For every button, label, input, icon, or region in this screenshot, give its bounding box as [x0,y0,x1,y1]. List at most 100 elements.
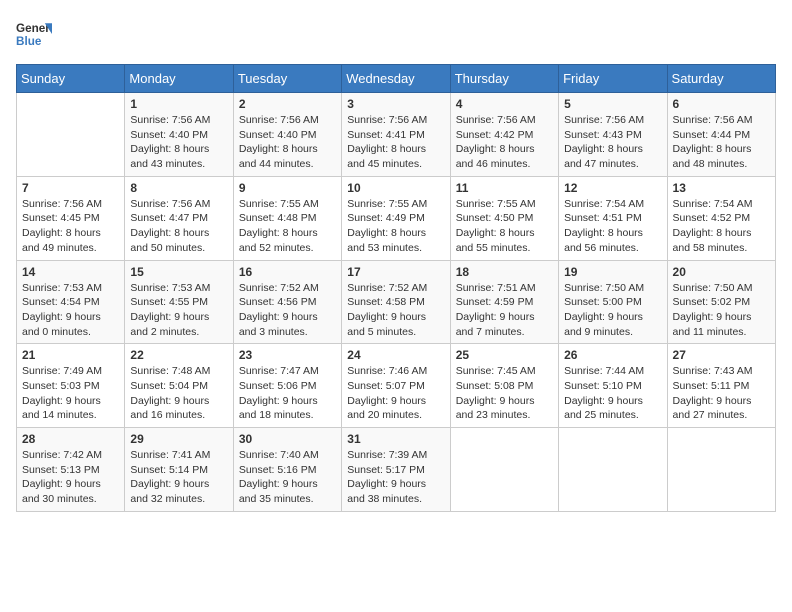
day-info: Sunrise: 7:49 AMSunset: 5:03 PMDaylight:… [22,364,119,423]
weekday-header: Friday [559,65,667,93]
day-info: Sunrise: 7:56 AMSunset: 4:42 PMDaylight:… [456,113,553,172]
page-header: General Blue [16,16,776,52]
calendar-week-row: 7 Sunrise: 7:56 AMSunset: 4:45 PMDaylight… [17,176,776,260]
weekday-header: Wednesday [342,65,450,93]
calendar-cell: 10 Sunrise: 7:55 AMSunset: 4:49 PMDayligh… [342,176,450,260]
day-number: 5 [564,97,661,111]
day-info: Sunrise: 7:51 AMSunset: 4:59 PMDaylight:… [456,281,553,340]
day-info: Sunrise: 7:53 AMSunset: 4:55 PMDaylight:… [130,281,227,340]
day-number: 20 [673,265,770,279]
day-info: Sunrise: 7:54 AMSunset: 4:51 PMDaylight:… [564,197,661,256]
day-number: 8 [130,181,227,195]
calendar-cell: 6Sunrise: 7:56 AMSunset: 4:44 PMDaylight… [667,93,775,177]
calendar-cell [559,428,667,512]
day-info: Sunrise: 7:53 AMSunset: 4:54 PMDaylight:… [22,281,119,340]
calendar-cell: 7 Sunrise: 7:56 AMSunset: 4:45 PMDaylight… [17,176,125,260]
calendar-cell: 17 Sunrise: 7:52 AMSunset: 4:58 PMDayligh… [342,260,450,344]
calendar-cell: 1 Sunrise: 7:56 AMSunset: 4:40 PMDaylight… [125,93,233,177]
day-number: 26 [564,348,661,362]
weekday-header: Monday [125,65,233,93]
calendar-cell: 15 Sunrise: 7:53 AMSunset: 4:55 PMDayligh… [125,260,233,344]
day-info: Sunrise: 7:55 AMSunset: 4:48 PMDaylight:… [239,197,336,256]
day-number: 15 [130,265,227,279]
calendar-cell: 11 Sunrise: 7:55 AMSunset: 4:50 PMDayligh… [450,176,558,260]
calendar-cell: 19 Sunrise: 7:50 AMSunset: 5:00 PMDayligh… [559,260,667,344]
day-info: Sunrise: 7:55 AMSunset: 4:49 PMDaylight:… [347,197,444,256]
day-number: 27 [673,348,770,362]
calendar-cell: 31 Sunrise: 7:39 AMSunset: 5:17 PMDayligh… [342,428,450,512]
weekday-header: Tuesday [233,65,341,93]
day-info: Sunrise: 7:45 AMSunset: 5:08 PMDaylight:… [456,364,553,423]
calendar-cell: 12Sunrise: 7:54 AMSunset: 4:51 PMDayligh… [559,176,667,260]
day-info: Sunrise: 7:41 AMSunset: 5:14 PMDaylight:… [130,448,227,507]
day-info: Sunrise: 7:50 AMSunset: 5:00 PMDaylight:… [564,281,661,340]
calendar-cell: 28 Sunrise: 7:42 AMSunset: 5:13 PMDayligh… [17,428,125,512]
day-number: 9 [239,181,336,195]
day-number: 25 [456,348,553,362]
day-number: 31 [347,432,444,446]
calendar-cell [450,428,558,512]
calendar-cell: 4 Sunrise: 7:56 AMSunset: 4:42 PMDaylight… [450,93,558,177]
day-number: 21 [22,348,119,362]
calendar-body: 1 Sunrise: 7:56 AMSunset: 4:40 PMDaylight… [17,93,776,512]
calendar-cell: 23Sunrise: 7:47 AMSunset: 5:06 PMDayligh… [233,344,341,428]
day-number: 18 [456,265,553,279]
weekday-header: Sunday [17,65,125,93]
day-info: Sunrise: 7:44 AMSunset: 5:10 PMDaylight:… [564,364,661,423]
logo: General Blue [16,16,52,52]
calendar-header: SundayMondayTuesdayWednesdayThursdayFrid… [17,65,776,93]
day-number: 3 [347,97,444,111]
calendar-cell: 30Sunrise: 7:40 AMSunset: 5:16 PMDayligh… [233,428,341,512]
day-number: 13 [673,181,770,195]
calendar-cell: 16 Sunrise: 7:52 AMSunset: 4:56 PMDayligh… [233,260,341,344]
day-info: Sunrise: 7:43 AMSunset: 5:11 PMDaylight:… [673,364,770,423]
calendar-cell: 5 Sunrise: 7:56 AMSunset: 4:43 PMDaylight… [559,93,667,177]
weekday-header: Saturday [667,65,775,93]
day-number: 19 [564,265,661,279]
day-number: 7 [22,181,119,195]
day-info: Sunrise: 7:52 AMSunset: 4:56 PMDaylight:… [239,281,336,340]
day-info: Sunrise: 7:39 AMSunset: 5:17 PMDaylight:… [347,448,444,507]
day-info: Sunrise: 7:42 AMSunset: 5:13 PMDaylight:… [22,448,119,507]
day-info: Sunrise: 7:46 AMSunset: 5:07 PMDaylight:… [347,364,444,423]
day-info: Sunrise: 7:56 AMSunset: 4:45 PMDaylight:… [22,197,119,256]
day-number: 16 [239,265,336,279]
calendar-week-row: 14 Sunrise: 7:53 AMSunset: 4:54 PMDayligh… [17,260,776,344]
day-number: 17 [347,265,444,279]
day-info: Sunrise: 7:56 AMSunset: 4:43 PMDaylight:… [564,113,661,172]
day-number: 11 [456,181,553,195]
calendar-cell: 3 Sunrise: 7:56 AMSunset: 4:41 PMDaylight… [342,93,450,177]
day-number: 14 [22,265,119,279]
weekday-row: SundayMondayTuesdayWednesdayThursdayFrid… [17,65,776,93]
day-number: 24 [347,348,444,362]
day-info: Sunrise: 7:56 AMSunset: 4:47 PMDaylight:… [130,197,227,256]
day-number: 2 [239,97,336,111]
calendar-cell [667,428,775,512]
calendar-cell [17,93,125,177]
day-info: Sunrise: 7:55 AMSunset: 4:50 PMDaylight:… [456,197,553,256]
day-info: Sunrise: 7:52 AMSunset: 4:58 PMDaylight:… [347,281,444,340]
calendar-cell: 25 Sunrise: 7:45 AMSunset: 5:08 PMDayligh… [450,344,558,428]
svg-text:Blue: Blue [16,35,42,48]
calendar-week-row: 28 Sunrise: 7:42 AMSunset: 5:13 PMDayligh… [17,428,776,512]
calendar-cell: 26 Sunrise: 7:44 AMSunset: 5:10 PMDayligh… [559,344,667,428]
calendar-cell: 2 Sunrise: 7:56 AMSunset: 4:40 PMDaylight… [233,93,341,177]
calendar-week-row: 1 Sunrise: 7:56 AMSunset: 4:40 PMDaylight… [17,93,776,177]
day-info: Sunrise: 7:56 AMSunset: 4:40 PMDaylight:… [239,113,336,172]
day-info: Sunrise: 7:56 AMSunset: 4:40 PMDaylight:… [130,113,227,172]
calendar-cell: 22Sunrise: 7:48 AMSunset: 5:04 PMDayligh… [125,344,233,428]
calendar-cell: 20 Sunrise: 7:50 AMSunset: 5:02 PMDayligh… [667,260,775,344]
calendar-cell: 29Sunrise: 7:41 AMSunset: 5:14 PMDayligh… [125,428,233,512]
calendar-cell: 13Sunrise: 7:54 AMSunset: 4:52 PMDayligh… [667,176,775,260]
day-info: Sunrise: 7:50 AMSunset: 5:02 PMDaylight:… [673,281,770,340]
calendar-cell: 27 Sunrise: 7:43 AMSunset: 5:11 PMDayligh… [667,344,775,428]
day-number: 28 [22,432,119,446]
day-number: 4 [456,97,553,111]
day-info: Sunrise: 7:40 AMSunset: 5:16 PMDaylight:… [239,448,336,507]
weekday-header: Thursday [450,65,558,93]
calendar-week-row: 21 Sunrise: 7:49 AMSunset: 5:03 PMDayligh… [17,344,776,428]
day-number: 10 [347,181,444,195]
day-number: 23 [239,348,336,362]
day-number: 1 [130,97,227,111]
day-info: Sunrise: 7:56 AMSunset: 4:41 PMDaylight:… [347,113,444,172]
